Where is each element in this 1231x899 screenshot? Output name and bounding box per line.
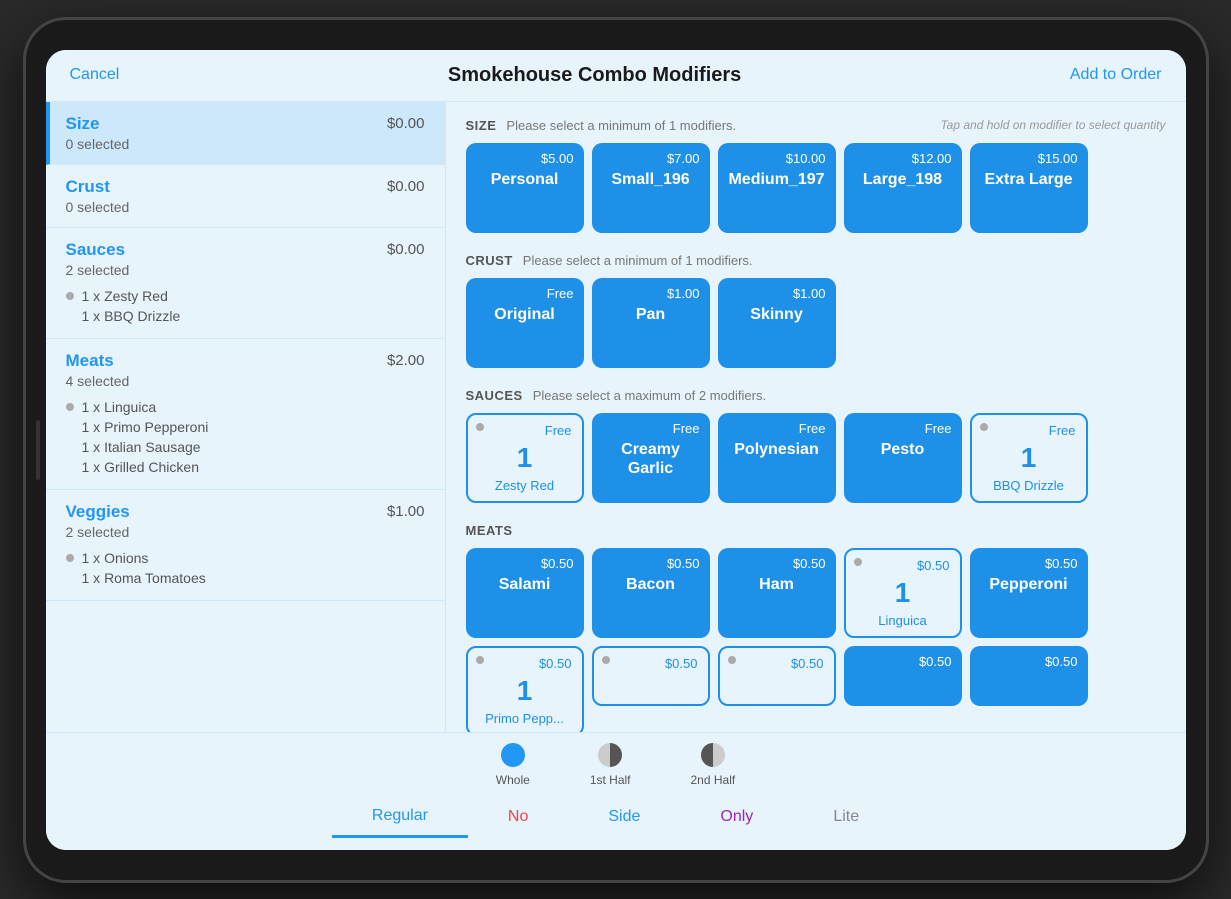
list-item: 1 x Grilled Chicken <box>66 457 425 477</box>
dot-icon <box>980 423 988 431</box>
amount-only-btn[interactable]: Only <box>680 797 793 838</box>
size-medium-btn[interactable]: $10.00 Medium_197 <box>718 143 836 233</box>
size-xlarge-btn[interactable]: $15.00 Extra Large <box>970 143 1088 233</box>
crust-section: CRUST Please select a minimum of 1 modif… <box>466 253 1166 368</box>
dot-icon <box>476 656 484 664</box>
sidebar-item-crust[interactable]: Crust $0.00 0 selected <box>46 165 445 228</box>
list-item: 1 x Onions <box>66 548 425 568</box>
sidebar-item-size[interactable]: Size $0.00 0 selected <box>46 102 445 165</box>
size-personal-btn[interactable]: $5.00 Personal <box>466 143 584 233</box>
sauce-zesty-red-btn[interactable]: Free 1 Zesty Red <box>466 413 584 503</box>
sauce-polynesian-btn[interactable]: Free Polynesian <box>718 413 836 503</box>
cancel-button[interactable]: Cancel <box>70 66 120 84</box>
header: Cancel Smokehouse Combo Modifiers Add to… <box>46 50 1186 102</box>
sauces-section-header: SAUCES Please select a maximum of 2 modi… <box>466 388 1166 403</box>
sauce-bbq-drizzle-btn[interactable]: Free 1 BBQ Drizzle <box>970 413 1088 503</box>
page-title: Smokehouse Combo Modifiers <box>448 64 741 87</box>
meat-primo-pepp-btn[interactable]: $0.50 1 Primo Pepp... <box>466 646 584 732</box>
amount-row: Regular No Side Only Lite <box>66 797 1166 838</box>
list-item: 1 x BBQ Drizzle <box>66 306 425 326</box>
sidebar-item-meats[interactable]: Meats $2.00 4 selected 1 x Linguica 1 x … <box>46 339 445 490</box>
tablet-frame: Cancel Smokehouse Combo Modifiers Add to… <box>26 20 1206 880</box>
meat-bacon-btn[interactable]: $0.50 Bacon <box>592 548 710 638</box>
sidebar: Size $0.00 0 selected Crust $0.00 0 sele… <box>46 102 446 732</box>
portion-second-half[interactable]: 2nd Half <box>691 741 736 787</box>
add-to-order-button[interactable]: Add to Order <box>1070 66 1162 84</box>
main-panel: SIZE Please select a minimum of 1 modifi… <box>446 102 1186 732</box>
crust-skinny-btn[interactable]: $1.00 Skinny <box>718 278 836 368</box>
amount-regular-btn[interactable]: Regular <box>332 797 468 838</box>
amount-side-btn[interactable]: Side <box>568 797 680 838</box>
first-half-icon <box>596 741 624 769</box>
meats-section: MEATS $0.50 Salami $ <box>466 523 1166 732</box>
dot-icon <box>66 292 74 300</box>
meats-grid: $0.50 Salami $0.50 Bacon <box>466 548 1166 732</box>
sidebar-item-veggies[interactable]: Veggies $1.00 2 selected 1 x Onions 1 x … <box>46 490 445 601</box>
veggies-selected-list: 1 x Onions 1 x Roma Tomatoes <box>66 548 425 588</box>
amount-lite-btn[interactable]: Lite <box>793 797 899 838</box>
meat-salami-btn[interactable]: $0.50 Salami <box>466 548 584 638</box>
amount-no-btn[interactable]: No <box>468 797 568 838</box>
list-item: 1 x Primo Pepperoni <box>66 417 425 437</box>
sauce-pesto-btn[interactable]: Free Pesto <box>844 413 962 503</box>
sauces-grid: Free 1 Zesty Red Free Creamy Garlic <box>466 413 1166 503</box>
meat-extra1-btn[interactable]: $0.50 <box>592 646 710 706</box>
meat-linguica-btn[interactable]: $0.50 1 Linguica <box>844 548 962 638</box>
size-section-header: SIZE Please select a minimum of 1 modifi… <box>466 118 1166 133</box>
list-item: 1 x Roma Tomatoes <box>66 568 425 588</box>
crust-original-btn[interactable]: Free Original <box>466 278 584 368</box>
size-section: SIZE Please select a minimum of 1 modifi… <box>466 118 1166 233</box>
content-area: Size $0.00 0 selected Crust $0.00 0 sele… <box>46 102 1186 732</box>
portion-row: Whole 1st Half 2nd Half <box>66 741 1166 787</box>
meat-extra4-btn[interactable]: $0.50 <box>970 646 1088 706</box>
size-grid: $5.00 Personal $7.00 Small_196 <box>466 143 1166 233</box>
size-small-btn[interactable]: $7.00 Small_196 <box>592 143 710 233</box>
meat-extra3-btn[interactable]: $0.50 <box>844 646 962 706</box>
sauces-section: SAUCES Please select a maximum of 2 modi… <box>466 388 1166 503</box>
list-item: 1 x Linguica <box>66 397 425 417</box>
bottom-controls: Whole 1st Half 2nd Half <box>46 732 1186 850</box>
meat-extra2-btn[interactable]: $0.50 <box>718 646 836 706</box>
crust-section-header: CRUST Please select a minimum of 1 modif… <box>466 253 1166 268</box>
list-item: 1 x Italian Sausage <box>66 437 425 457</box>
crust-grid: Free Original $1.00 Pan <box>466 278 1166 368</box>
sidebar-item-sauces[interactable]: Sauces $0.00 2 selected 1 x Zesty Red 1 … <box>46 228 445 339</box>
meat-ham-btn[interactable]: $0.50 Ham <box>718 548 836 638</box>
dot-icon <box>728 656 736 664</box>
dot-icon <box>66 554 74 562</box>
screen: Cancel Smokehouse Combo Modifiers Add to… <box>46 50 1186 850</box>
meat-pepperoni-btn[interactable]: $0.50 Pepperoni <box>970 548 1088 638</box>
crust-pan-btn[interactable]: $1.00 Pan <box>592 278 710 368</box>
size-large-btn[interactable]: $12.00 Large_198 <box>844 143 962 233</box>
whole-icon <box>499 741 527 769</box>
sauces-selected-list: 1 x Zesty Red 1 x BBQ Drizzle <box>66 286 425 326</box>
second-half-icon <box>699 741 727 769</box>
meats-section-header: MEATS <box>466 523 1166 538</box>
sauce-creamy-garlic-btn[interactable]: Free Creamy Garlic <box>592 413 710 503</box>
portion-first-half[interactable]: 1st Half <box>590 741 631 787</box>
list-item: 1 x Zesty Red <box>66 286 425 306</box>
portion-whole[interactable]: Whole <box>496 741 530 787</box>
dot-icon <box>66 403 74 411</box>
dot-icon <box>476 423 484 431</box>
dot-icon <box>854 558 862 566</box>
meats-selected-list: 1 x Linguica 1 x Primo Pepperoni 1 x Ita… <box>66 397 425 477</box>
dot-icon <box>602 656 610 664</box>
